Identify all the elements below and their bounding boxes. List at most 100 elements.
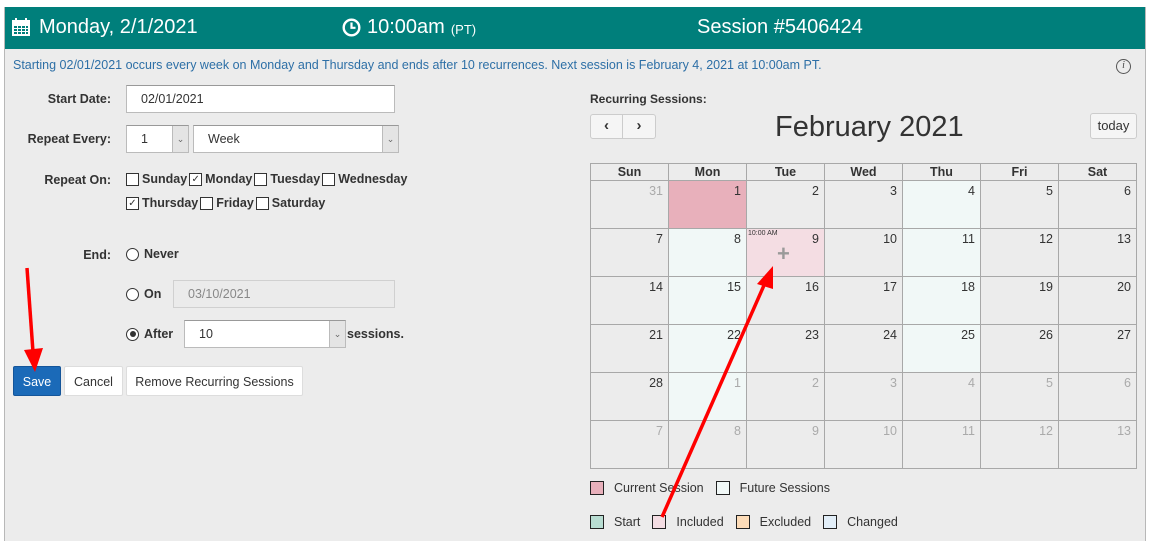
repeat-count-select[interactable]: 1 ⌄: [126, 125, 189, 153]
radio-circle-selected[interactable]: [126, 327, 139, 341]
checkbox-sunday[interactable]: Sunday: [126, 172, 187, 186]
calendar-day-cell[interactable]: 2: [746, 372, 825, 421]
day-number: 8: [734, 232, 741, 246]
checkbox-saturday[interactable]: Saturday: [255, 196, 325, 210]
calendar-day-cell[interactable]: 10: [824, 420, 903, 469]
legend-swatch: [590, 515, 604, 529]
day-number: 12: [1039, 232, 1053, 246]
calendar-day-cell[interactable]: 14: [590, 276, 669, 325]
recurrence-dialog: Monday, 2/1/2021 10:00am (PT) Session #5…: [4, 7, 1146, 541]
calendar-day-cell[interactable]: 2: [746, 180, 825, 229]
calendar-day-cell[interactable]: 23: [746, 324, 825, 373]
day-number: 6: [1124, 376, 1131, 390]
remove-recurring-button[interactable]: Remove Recurring Sessions: [126, 366, 303, 396]
calendar-day-cell[interactable]: 12: [980, 420, 1059, 469]
calendar-day-cell[interactable]: 3: [824, 180, 903, 229]
checkmark-icon[interactable]: ✓: [126, 196, 139, 210]
calendar-day-cell[interactable]: 22: [668, 324, 747, 373]
month-nav: ‹ ›: [590, 114, 656, 139]
calendar-day-cell[interactable]: 13: [1058, 420, 1137, 469]
calendar-day-cell[interactable]: 24: [824, 324, 903, 373]
start-date-input[interactable]: 02/01/2021: [126, 85, 395, 113]
prev-month-button[interactable]: ‹: [590, 114, 623, 139]
checkbox-thursday[interactable]: ✓ Thursday: [126, 196, 198, 210]
calendar-day-cell[interactable]: 27: [1058, 324, 1137, 373]
today-button[interactable]: today: [1090, 113, 1137, 139]
calendar-day-cell[interactable]: 7: [590, 420, 669, 469]
session-time-text: 10:00am: [367, 16, 445, 38]
info-icon[interactable]: i: [1116, 59, 1131, 74]
calendar-day-cell[interactable]: 7: [590, 228, 669, 277]
calendar-day-cell[interactable]: 6: [1058, 180, 1137, 229]
save-button[interactable]: Save: [13, 366, 61, 396]
legend-swatch: [823, 515, 838, 529]
repeat-unit-select[interactable]: Week ⌄: [193, 125, 399, 153]
repeat-every-label: Repeat Every:: [27, 132, 111, 146]
end-on-date-input[interactable]: 03/10/2021: [173, 280, 395, 308]
day-number: 3: [890, 184, 897, 198]
checkbox-box[interactable]: [126, 172, 139, 186]
end-after-count-select[interactable]: 10 ⌄: [184, 320, 346, 348]
radio-circle[interactable]: [126, 287, 139, 301]
calendar-day-cell[interactable]: 1: [668, 372, 747, 421]
calendar-day-cell[interactable]: 8: [668, 420, 747, 469]
checkbox-box[interactable]: [322, 172, 336, 186]
checkbox-box[interactable]: [254, 172, 268, 186]
legend-label: Changed: [847, 515, 898, 529]
end-on-radio[interactable]: On: [126, 287, 161, 301]
day-number: 13: [1117, 232, 1131, 246]
calendar-day-cell[interactable]: 5: [980, 372, 1059, 421]
calendar-day-cell[interactable]: 12: [980, 228, 1059, 277]
calendar-day-cell[interactable]: 19: [980, 276, 1059, 325]
calendar-day-cell[interactable]: 31: [590, 180, 669, 229]
calendar-day-cell[interactable]: 1: [668, 180, 747, 229]
cancel-button[interactable]: Cancel: [64, 366, 123, 396]
calendar-day-cell[interactable]: 28: [590, 372, 669, 421]
calendar-day-cell[interactable]: 10: [824, 228, 903, 277]
calendar-day-cell[interactable]: 25: [902, 324, 981, 373]
chevron-down-icon: ⌄: [172, 126, 188, 152]
day-number: 8: [734, 424, 741, 438]
checkbox-friday[interactable]: Friday: [200, 196, 254, 210]
weekday-header: Thu: [902, 163, 981, 181]
weekday-header: Fri: [980, 163, 1059, 181]
calendar-day-cell[interactable]: 4: [902, 372, 981, 421]
calendar-day-cell[interactable]: 16: [746, 276, 825, 325]
radio-circle[interactable]: [126, 247, 139, 261]
weekday-header: Wed: [824, 163, 903, 181]
calendar-day-cell[interactable]: 11: [902, 228, 981, 277]
day-number: 2: [812, 184, 819, 198]
calendar-day-cell[interactable]: 11: [902, 420, 981, 469]
chevron-down-icon: ⌄: [382, 126, 398, 152]
calendar-day-cell[interactable]: 5: [980, 180, 1059, 229]
checkbox-box[interactable]: [200, 196, 214, 210]
day-number: 25: [961, 328, 975, 342]
legend-label: Excluded: [759, 515, 812, 529]
end-after-radio[interactable]: After: [126, 327, 173, 341]
calendar-day-cell[interactable]: 15: [668, 276, 747, 325]
calendar-day-cell[interactable]: 9: [746, 420, 825, 469]
calendar-day-cell[interactable]: 17: [824, 276, 903, 325]
calendar-day-cell[interactable]: 3: [824, 372, 903, 421]
weekday-header: Tue: [746, 163, 825, 181]
calendar-day-cell[interactable]: 20: [1058, 276, 1137, 325]
calendar-day-cell[interactable]: 21: [590, 324, 669, 373]
day-number: 14: [649, 280, 663, 294]
calendar-day-cell[interactable]: 10:00 AM +9: [746, 228, 825, 277]
calendar-day-cell[interactable]: 18: [902, 276, 981, 325]
next-month-button[interactable]: ›: [623, 114, 656, 139]
plus-icon[interactable]: +: [777, 243, 790, 265]
calendar-day-cell[interactable]: 6: [1058, 372, 1137, 421]
calendar-day-cell[interactable]: 4: [902, 180, 981, 229]
calendar-day-cell[interactable]: 26: [980, 324, 1059, 373]
checkbox-monday[interactable]: ✓ Monday: [189, 172, 252, 186]
calendar-day-cell[interactable]: 8: [668, 228, 747, 277]
calendar-day-cell[interactable]: 13: [1058, 228, 1137, 277]
end-never-radio[interactable]: Never: [126, 247, 179, 261]
checkbox-tuesday[interactable]: Tuesday: [254, 172, 320, 186]
checkbox-box[interactable]: [255, 196, 269, 210]
checkmark-icon[interactable]: ✓: [189, 172, 203, 186]
session-header: Monday, 2/1/2021 10:00am (PT) Session #5…: [5, 7, 1145, 49]
day-number: 23: [805, 328, 819, 342]
checkbox-wednesday[interactable]: Wednesday: [322, 172, 407, 186]
